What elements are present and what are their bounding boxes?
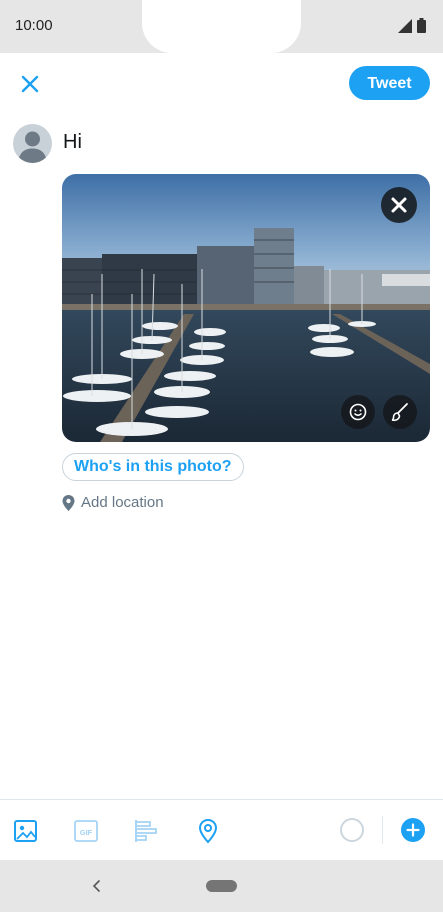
close-icon <box>391 197 407 213</box>
tweet-button[interactable]: Tweet <box>349 66 430 100</box>
status-time: 10:00 <box>15 17 53 34</box>
signal-icon <box>398 19 412 33</box>
image-icon[interactable] <box>13 818 39 844</box>
default-avatar-icon <box>18 131 47 163</box>
toolbar-divider <box>382 816 383 844</box>
tag-people-button[interactable]: Who's in this photo? <box>62 453 244 481</box>
close-icon[interactable] <box>16 70 44 98</box>
add-location-link[interactable]: Add location <box>62 494 164 511</box>
compose-toolbar: GIF <box>0 799 443 861</box>
location-icon[interactable] <box>195 818 221 844</box>
plus-icon <box>406 823 420 837</box>
brush-icon <box>391 403 408 422</box>
remove-photo-button[interactable] <box>381 187 417 223</box>
sticker-button[interactable] <box>341 395 375 429</box>
character-counter <box>340 818 364 842</box>
system-nav-bar <box>0 860 443 912</box>
home-pill[interactable] <box>206 880 237 892</box>
back-icon[interactable] <box>90 878 104 894</box>
tweet-text[interactable]: Hi <box>63 131 82 154</box>
poll-icon[interactable] <box>134 818 160 844</box>
smiley-icon <box>349 403 367 421</box>
edit-photo-button[interactable] <box>383 395 417 429</box>
avatar[interactable] <box>13 124 52 163</box>
add-tweet-button[interactable] <box>401 818 425 842</box>
gif-icon[interactable]: GIF <box>73 818 99 844</box>
location-pin-icon <box>62 494 75 511</box>
svg-text:GIF: GIF <box>80 828 93 837</box>
battery-icon <box>417 18 426 33</box>
status-bar: 10:00 <box>0 0 443 53</box>
display-notch <box>142 0 301 53</box>
system-icons <box>398 18 426 33</box>
add-location-label: Add location <box>81 494 164 511</box>
